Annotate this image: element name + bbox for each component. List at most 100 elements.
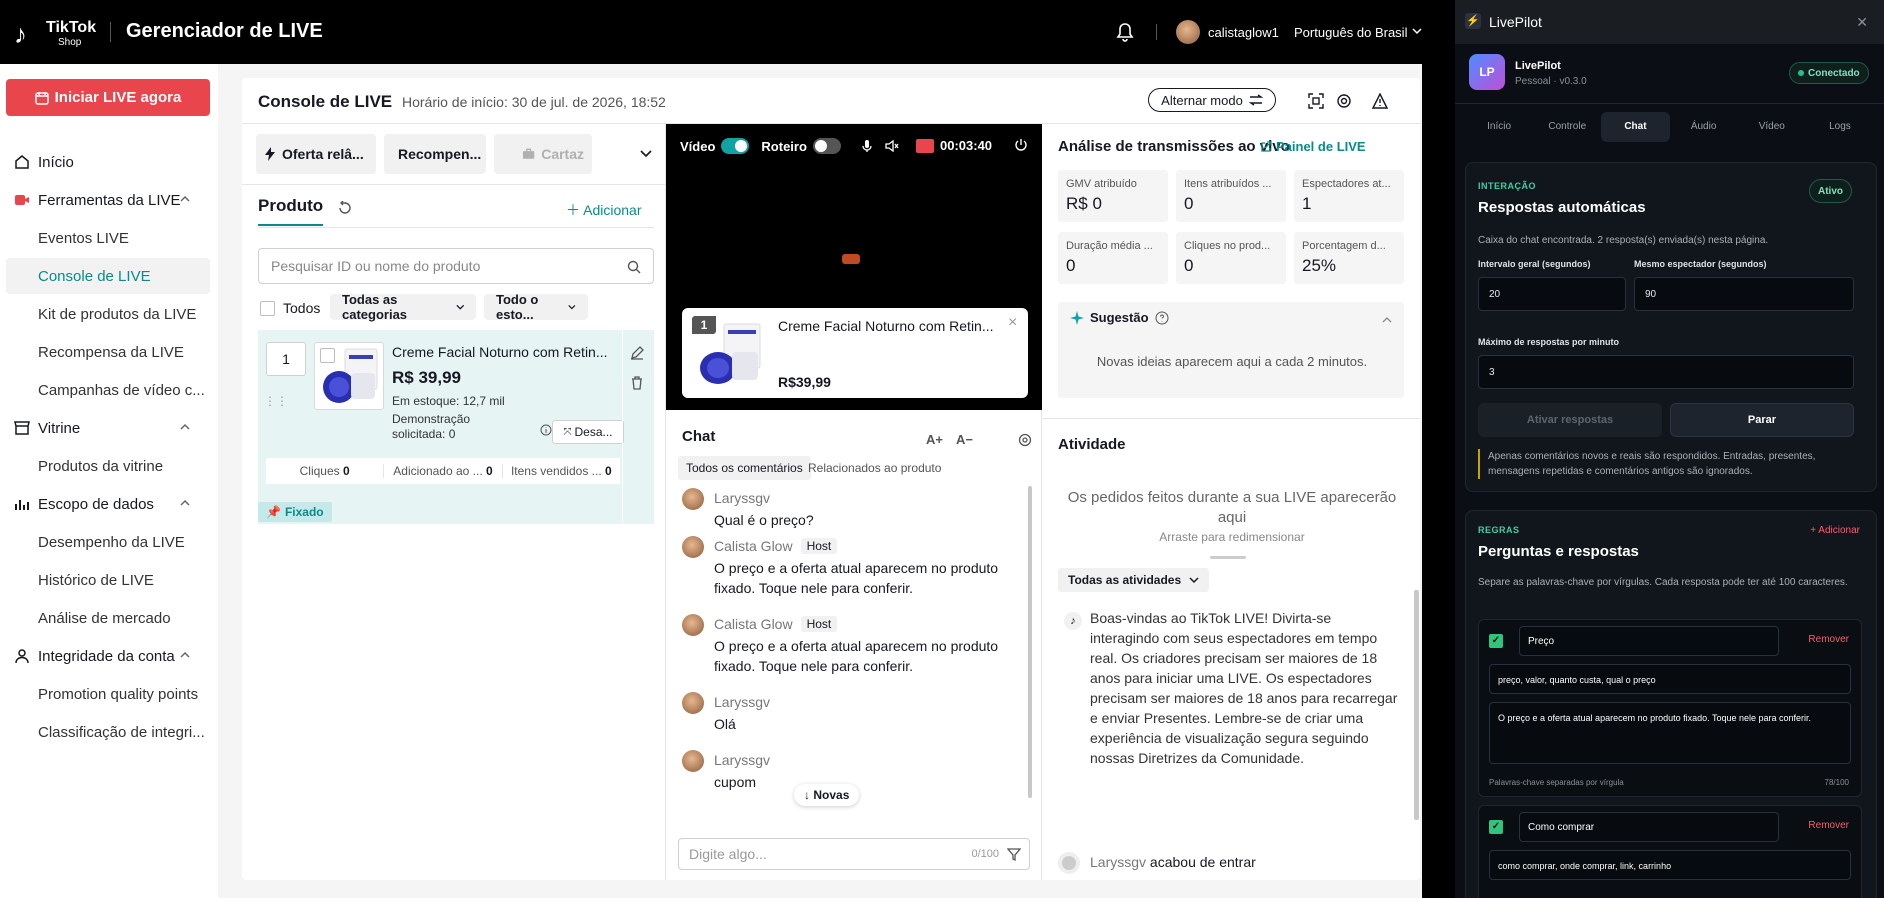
- unpin-button[interactable]: ⤧ Desa...: [552, 420, 624, 444]
- sidebar-item-campanhas[interactable]: Campanhas de vídeo c...: [6, 372, 210, 408]
- sidebar-item-inicio[interactable]: Início: [6, 144, 210, 180]
- select-all[interactable]: Todos: [260, 300, 320, 316]
- message-author[interactable]: Calista Glow Host: [714, 538, 838, 554]
- sidebar-item-classificacao[interactable]: Classificação de integri...: [6, 714, 210, 750]
- tab-product-comments[interactable]: Relacionados ao produto: [800, 456, 949, 480]
- chevron-down-icon[interactable]: [1412, 27, 1422, 35]
- scrollbar[interactable]: [1414, 590, 1419, 820]
- pinned-product-card[interactable]: 1 Creme Facial Noturno com Retin... R$39…: [682, 308, 1028, 398]
- message-author[interactable]: Calista Glow Host: [714, 616, 838, 632]
- sidebar-item-desempenho[interactable]: Desempenho da LIVE: [6, 524, 210, 560]
- sidebar-item-integridade[interactable]: Integridade da conta: [6, 638, 210, 674]
- sidebar-item-promotion-quality[interactable]: Promotion quality points: [6, 676, 210, 712]
- metric-card[interactable]: Itens atribuídos ... 0: [1176, 170, 1286, 222]
- chat-input[interactable]: Digite algo... 0/100: [678, 838, 1030, 870]
- drag-handle-icon[interactable]: ⋮⋮: [264, 394, 288, 408]
- poster-button[interactable]: Cartaz: [494, 134, 592, 174]
- tab-controle[interactable]: Controle: [1533, 112, 1601, 142]
- edit-icon[interactable]: [630, 346, 644, 360]
- chevron-up-icon[interactable]: [1382, 316, 1392, 324]
- keywords-input[interactable]: como comprar, onde comprar, link, carrin…: [1489, 850, 1851, 880]
- alternate-mode-button[interactable]: Alternar modo: [1148, 88, 1276, 112]
- language-selector[interactable]: Português do Brasil: [1294, 25, 1407, 40]
- remove-rule-button[interactable]: Remover: [1808, 820, 1849, 831]
- font-increase-icon[interactable]: A+: [926, 432, 943, 447]
- same-viewer-input[interactable]: 90: [1634, 277, 1854, 311]
- message-author[interactable]: Laryssgv: [714, 694, 770, 710]
- tab-video[interactable]: Vídeo: [1738, 112, 1806, 142]
- trash-icon[interactable]: [630, 376, 644, 390]
- rule-name-input[interactable]: Como comprar: [1519, 812, 1779, 842]
- product-name[interactable]: Creme Facial Noturno com Retin...: [392, 344, 612, 360]
- message-author[interactable]: Laryssgv: [714, 752, 770, 768]
- suggestion-header[interactable]: Sugestão: [1070, 310, 1169, 325]
- flash-offer-button[interactable]: Oferta relâ...: [256, 134, 376, 174]
- settings-icon[interactable]: [1336, 93, 1352, 109]
- sidebar-item-produtos-vitrine[interactable]: Produtos da vitrine: [6, 448, 210, 484]
- new-messages-button[interactable]: ↓ Novas: [794, 784, 860, 806]
- refresh-icon[interactable]: [338, 201, 352, 215]
- sidebar-item-historico[interactable]: Histórico de LIVE: [6, 562, 210, 598]
- user-avatar[interactable]: [1176, 20, 1200, 44]
- add-product-button[interactable]: ＋ Adicionar: [566, 200, 642, 220]
- category-select[interactable]: Todas as categorias: [330, 292, 476, 322]
- scrollbar[interactable]: [1028, 486, 1032, 798]
- metric-card[interactable]: Duração média ... 0: [1058, 232, 1168, 284]
- filter-icon[interactable]: [1007, 847, 1021, 861]
- help-icon[interactable]: [1155, 311, 1169, 325]
- sidebar-item-kit-de-produtos[interactable]: Kit de produtos da LIVE: [6, 296, 210, 332]
- info-icon[interactable]: [540, 424, 552, 436]
- close-icon[interactable]: ×: [1008, 314, 1017, 332]
- max-per-minute-input[interactable]: 3: [1478, 355, 1854, 389]
- rule-enabled-checkbox[interactable]: ✓: [1489, 820, 1503, 834]
- unpin-icon[interactable]: ✕: [1856, 14, 1868, 31]
- tab-chat[interactable]: Chat: [1601, 112, 1670, 142]
- stock-select[interactable]: Todo o esto...: [484, 292, 588, 322]
- script-toggle[interactable]: [812, 138, 841, 154]
- sidebar-item-ferramentas[interactable]: Ferramentas da LIVE: [6, 182, 210, 218]
- remove-rule-button[interactable]: Remover: [1808, 634, 1849, 645]
- resize-handle[interactable]: [1210, 556, 1246, 559]
- tab-inicio[interactable]: Início: [1465, 112, 1533, 142]
- keywords-input[interactable]: preço, valor, quanto custa, qual o preço: [1489, 664, 1851, 694]
- tiktok-shop-logo[interactable]: ♪ TikTok Shop: [14, 17, 96, 49]
- rule-enabled-checkbox[interactable]: ✓: [1489, 634, 1503, 648]
- metric-card[interactable]: Espectadores at... 1: [1294, 170, 1404, 222]
- tab-produto[interactable]: Produto: [258, 196, 324, 226]
- video-toggle[interactable]: [721, 138, 750, 154]
- warning-icon[interactable]: [1372, 93, 1388, 109]
- rule-name-input[interactable]: Preço: [1519, 626, 1779, 656]
- mute-icon[interactable]: [885, 140, 899, 152]
- screenshot-icon[interactable]: [1308, 93, 1324, 109]
- activate-replies-button[interactable]: Ativar respostas: [1478, 403, 1662, 437]
- activity-filter[interactable]: Todas as atividades: [1058, 568, 1210, 592]
- sidebar-item-recompensa[interactable]: Recompensa da LIVE: [6, 334, 210, 370]
- metric-card[interactable]: Porcentagem d... 25%: [1294, 232, 1404, 284]
- stop-button[interactable]: Parar: [1670, 403, 1854, 437]
- go-live-button[interactable]: Iniciar LIVE agora: [6, 79, 210, 116]
- product-position-input[interactable]: 1: [266, 342, 306, 376]
- sidebar-item-console-de-live[interactable]: Console de LIVE: [6, 258, 210, 294]
- tab-all-comments[interactable]: Todos os comentários: [678, 456, 811, 480]
- settings-icon[interactable]: [1018, 433, 1032, 447]
- reward-button[interactable]: Recompen...: [384, 134, 486, 174]
- joined-user[interactable]: Laryssgv: [1090, 854, 1146, 870]
- product-search-input[interactable]: Pesquisar ID ou nome do produto: [258, 248, 654, 284]
- font-decrease-icon[interactable]: A−: [956, 432, 973, 447]
- add-rule-button[interactable]: + Adicionar: [1810, 525, 1860, 536]
- message-author[interactable]: Laryssgv: [714, 490, 770, 506]
- interval-input[interactable]: 20: [1478, 277, 1626, 311]
- select-all-checkbox[interactable]: [260, 300, 275, 316]
- video-preview[interactable]: Vídeo Roteiro 00:03:40 1 Creme Facial No…: [666, 124, 1042, 410]
- reply-textarea[interactable]: O preço e a oferta atual aparecem no pro…: [1489, 702, 1851, 764]
- product-row[interactable]: 1 ⋮⋮ Creme Facial Noturno com Retin... R…: [258, 330, 654, 524]
- power-icon[interactable]: [1014, 138, 1028, 152]
- sidebar-item-vitrine[interactable]: Vitrine: [6, 410, 210, 446]
- bell-icon[interactable]: [1116, 22, 1134, 42]
- live-dashboard-link[interactable]: Painel de LIVE: [1260, 139, 1366, 154]
- product-checkbox[interactable]: [320, 348, 335, 363]
- chevron-down-icon[interactable]: [640, 150, 652, 158]
- username[interactable]: calistaglow1: [1208, 25, 1279, 40]
- tab-logs[interactable]: Logs: [1806, 112, 1874, 142]
- metric-card[interactable]: Cliques no prod... 0: [1176, 232, 1286, 284]
